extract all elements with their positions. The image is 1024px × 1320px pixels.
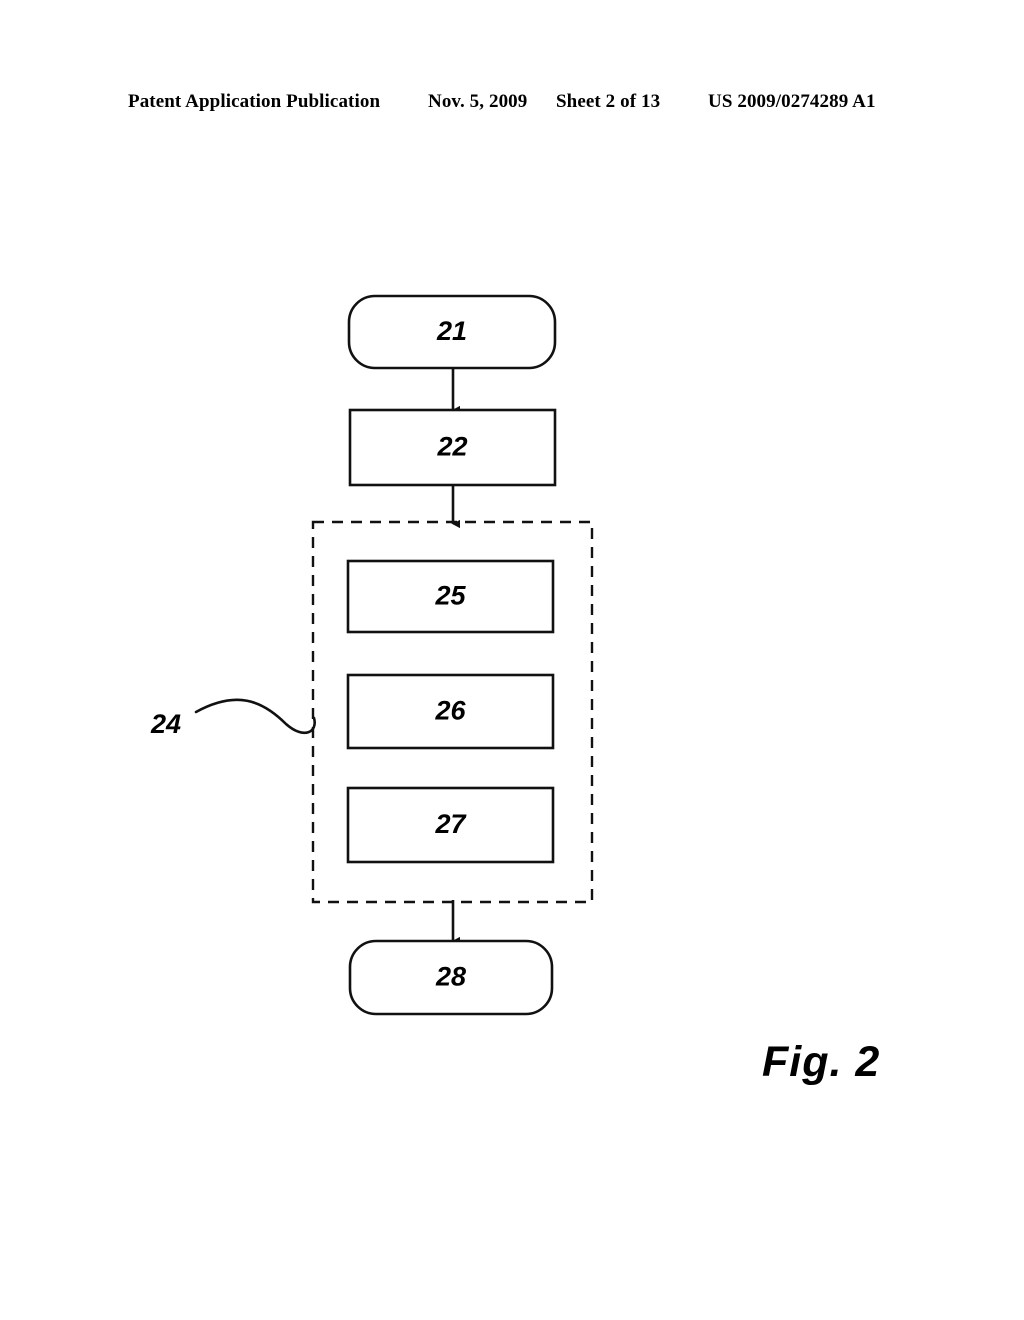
flow-node-26-label: 26 — [434, 696, 466, 726]
flow-node-22: 22 — [348, 408, 557, 487]
figure-2-diagram: 21 22 25 26 27 28 24 Fig. 2 — [0, 0, 1024, 1320]
flow-node-26: 26 — [346, 673, 555, 750]
flow-node-27-label: 27 — [434, 809, 467, 839]
flow-node-21-label: 21 — [436, 316, 467, 346]
flow-node-28: 28 — [348, 939, 554, 1016]
flow-node-28-label: 28 — [435, 962, 466, 992]
flow-node-25-label: 25 — [434, 581, 466, 611]
flowchart-svg: 21 22 25 26 27 28 24 — [150, 294, 594, 1016]
flow-node-25: 25 — [346, 559, 555, 634]
leader-line-24 — [194, 698, 316, 735]
reference-numeral-24: 24 — [150, 709, 181, 739]
flow-node-27: 27 — [346, 786, 555, 864]
flow-node-21: 21 — [347, 294, 557, 370]
figure-caption: Fig. 2 — [762, 1038, 881, 1086]
flow-node-22-label: 22 — [436, 432, 467, 462]
